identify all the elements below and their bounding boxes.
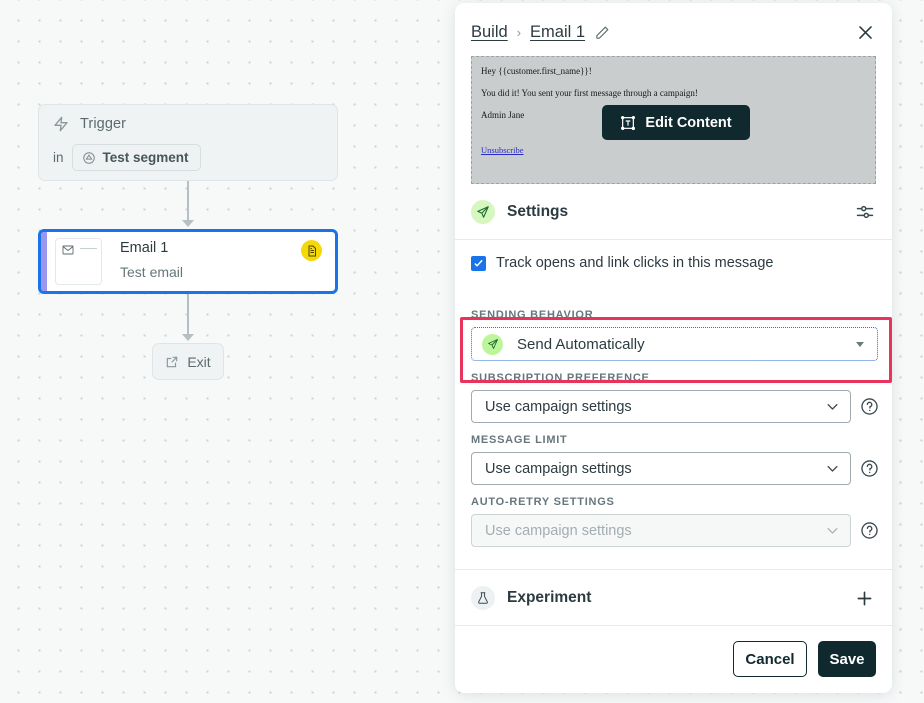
trigger-in-word: in — [53, 150, 64, 165]
settings-icon-wrap — [471, 200, 495, 224]
message-limit-group: MESSAGE LIMIT Use campaign settings — [455, 434, 892, 485]
email-node-subtitle: Test email — [120, 264, 184, 280]
paper-plane-icon — [487, 339, 498, 349]
paper-plane-icon — [477, 206, 489, 218]
save-button[interactable]: Save — [818, 641, 876, 677]
subscription-preference-group: SUBSCRIPTION PREFERENCE Use campaign set… — [455, 372, 892, 423]
question-mark-icon[interactable] — [860, 459, 879, 478]
email-1-node[interactable]: Email 1 Test email — [38, 229, 338, 294]
breadcrumb-separator: › — [516, 25, 522, 40]
auto-retry-select: Use campaign settings — [471, 514, 851, 547]
plus-icon[interactable] — [854, 588, 875, 609]
message-limit-label: MESSAGE LIMIT — [471, 434, 568, 446]
segment-icon — [82, 151, 95, 164]
edit-content-label: Edit Content — [645, 114, 732, 131]
node-accent-strip — [41, 232, 47, 291]
breadcrumb-email-1[interactable]: Email 1 — [530, 23, 585, 42]
question-mark-icon[interactable] — [860, 397, 879, 416]
edit-content-button[interactable]: Edit Content — [602, 105, 750, 140]
experiment-icon-wrap — [471, 586, 495, 610]
panel-header: Build › Email 1 — [455, 3, 892, 42]
message-limit-select[interactable]: Use campaign settings — [471, 452, 851, 485]
exit-label: Exit — [187, 353, 211, 370]
lightning-bolt-icon — [54, 116, 68, 132]
sliders-icon[interactable] — [855, 202, 875, 222]
envelope-icon — [62, 245, 74, 255]
connector-arrow-2 — [182, 334, 194, 341]
settings-title: Settings — [507, 203, 569, 220]
trigger-node[interactable]: Trigger in Test segment — [38, 104, 338, 181]
sending-behavior-select[interactable]: Send Automatically — [471, 327, 878, 361]
sending-behavior-group: SENDING BEHAVIOR Send Automatically — [455, 296, 892, 361]
message-limit-value: Use campaign settings — [485, 460, 632, 477]
test-segment-label: Test segment — [102, 150, 189, 165]
test-segment-chip[interactable]: Test segment — [71, 144, 201, 171]
auto-retry-value: Use campaign settings — [485, 522, 632, 539]
sending-behavior-icon-wrap — [482, 333, 503, 355]
email-node-title: Email 1 — [120, 240, 169, 256]
exit-node[interactable]: Exit — [152, 343, 224, 380]
track-opens-checkbox[interactable] — [471, 255, 486, 271]
preview-unsubscribe-link[interactable]: Unsubscribe — [481, 145, 524, 155]
exit-arrow-icon — [167, 356, 178, 367]
chevron-down-icon — [827, 466, 838, 472]
experiment-section-header: Experiment — [455, 569, 892, 626]
text-frame-icon — [621, 115, 636, 130]
preview-line-1: Hey {{customer.first_name}}! — [481, 66, 592, 76]
settings-section-header: Settings — [455, 184, 892, 240]
experiment-title: Experiment — [507, 589, 592, 606]
subscription-preference-label: SUBSCRIPTION PREFERENCE — [471, 372, 650, 384]
chevron-down-icon — [827, 404, 838, 410]
sending-behavior-label: SENDING BEHAVIOR — [471, 309, 594, 321]
checkmark-icon — [474, 259, 483, 267]
breadcrumb-build[interactable]: Build — [471, 23, 508, 42]
email-settings-panel: Build › Email 1 Hey {{customer.first_nam… — [455, 3, 892, 693]
cancel-button[interactable]: Cancel — [733, 641, 807, 677]
flask-icon — [478, 592, 488, 604]
connector-email-to-exit — [187, 294, 189, 337]
question-mark-icon[interactable] — [860, 521, 879, 540]
connector-trigger-to-email — [187, 181, 189, 223]
draft-status-badge[interactable] — [301, 240, 322, 261]
panel-body: Track opens and link clicks in this mess… — [455, 240, 892, 627]
trigger-label: Trigger — [80, 116, 127, 132]
auto-retry-label: AUTO-RETRY SETTINGS — [471, 496, 615, 508]
connector-arrow-1 — [182, 220, 194, 227]
pencil-icon[interactable] — [595, 25, 610, 40]
chevron-down-icon — [856, 341, 864, 347]
close-icon[interactable] — [856, 23, 875, 42]
track-opens-label: Track opens and link clicks in this mess… — [496, 255, 774, 271]
track-opens-row[interactable]: Track opens and link clicks in this mess… — [455, 240, 892, 285]
subscription-preference-value: Use campaign settings — [485, 398, 632, 415]
email-preview: Hey {{customer.first_name}}! You did it!… — [471, 56, 876, 184]
sending-behavior-value: Send Automatically — [517, 335, 645, 353]
document-icon — [308, 245, 316, 256]
panel-footer: Cancel Save — [455, 627, 892, 693]
chevron-down-icon — [827, 528, 838, 534]
preview-line-2: You did it! You sent your first message … — [481, 88, 698, 98]
subscription-preference-select[interactable]: Use campaign settings — [471, 390, 851, 423]
auto-retry-group: AUTO-RETRY SETTINGS Use campaign setting… — [455, 496, 892, 547]
email-thumbnail — [55, 238, 102, 285]
